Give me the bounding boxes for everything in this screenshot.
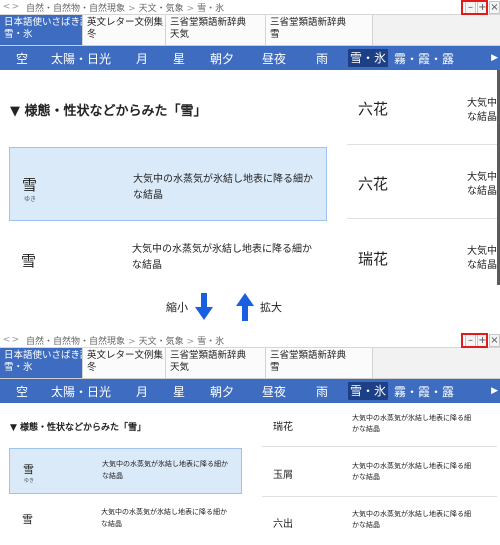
category-item[interactable]: 太陽・日光	[44, 383, 118, 400]
arrow-down-icon	[195, 293, 213, 320]
breadcrumb-item[interactable]: 自然・自然物・自然現象	[26, 4, 125, 14]
category-item[interactable]: 昼夜	[252, 50, 296, 67]
entry-definition: な結晶	[133, 190, 163, 201]
entry-word: 雪	[22, 176, 38, 194]
entry-definition: 大気中	[467, 98, 497, 109]
category-item-active[interactable]: 雪・氷	[348, 49, 388, 67]
entry-definition: な結晶	[467, 186, 497, 197]
entry-word: 雪	[22, 513, 33, 526]
category-item[interactable]: 霧・霞・露	[388, 50, 460, 67]
entry-word[interactable]: 六出	[273, 515, 293, 530]
entry-ruby: ゆき	[24, 196, 37, 203]
dictionary-tabs: 日本語使いさばき辞典雪・氷 英文レター文例集冬 三省堂類語新辞典天気 三省堂類語…	[0, 348, 500, 379]
tab-dictionary-3[interactable]: 三省堂類語新辞典 天気	[166, 348, 266, 378]
back-button[interactable]: <	[2, 2, 11, 12]
entry-card-selected[interactable]: 雪 ゆき 大気中の水蒸気が氷結し地表に降る細か な結晶	[9, 448, 242, 494]
zoom-hint: 縮小 拡大	[0, 285, 500, 333]
entry-card-selected[interactable]: 雪 ゆき 大気中の水蒸気が氷結し地表に降る細か な結晶	[9, 147, 327, 221]
entry-definition: な結晶	[102, 472, 123, 480]
shrink-label: 縮小	[166, 301, 188, 314]
tab-dictionary-4[interactable]: 三省堂類語新辞典雪	[266, 348, 373, 378]
entry-card[interactable]: 雪 大気中の水蒸気が氷結し地表に降る細か な結晶	[9, 499, 242, 543]
entry-definition: かな結晶	[352, 425, 380, 433]
category-item[interactable]: 星	[166, 383, 192, 400]
entry-definition: な結晶	[467, 112, 497, 123]
entry-word[interactable]: 瑞花	[358, 248, 388, 269]
entry-ruby: ゆき	[24, 478, 35, 484]
breadcrumb: < > 自然・自然物・自然現象 > 天文・気象 > 雪・氷 – + ×	[0, 0, 500, 15]
close-button[interactable]: ×	[489, 334, 500, 347]
entry-definition: かな結晶	[352, 521, 380, 529]
entry-definition: 大気中の水蒸気が氷結し地表に降る細か	[102, 460, 228, 468]
category-bar: 空 太陽・日光 月 星 朝夕 昼夜 雨 雪・氷 霧・霞・露 ▶	[0, 379, 500, 403]
category-bar: 空 太陽・日光 月 星 朝夕 昼夜 雨 雪・氷 霧・霞・露 ▶	[0, 46, 500, 70]
category-item[interactable]: 昼夜	[252, 383, 296, 400]
category-item[interactable]: 太陽・日光	[44, 50, 118, 67]
entry-definition: 大気中	[467, 172, 497, 183]
entry-list: ▼ 様態・性状などからみた「雪」 雪 ゆき 大気中の水蒸気が氷結し地表に降る細か…	[0, 70, 500, 285]
breadcrumb-item[interactable]: 雪・氷	[197, 337, 224, 347]
dictionary-tabs: 日本語使いさばき辞典雪・氷 英文レター文例集冬 三省堂類語新辞典天気 三省堂類語…	[0, 15, 500, 46]
entry-list: ▼ 様態・性状などからみた「雪」 雪 ゆき 大気中の水蒸気が氷結し地表に降る細か…	[0, 403, 500, 545]
category-item[interactable]: 朝夕	[192, 50, 252, 67]
forward-button[interactable]: >	[11, 2, 20, 12]
category-item[interactable]: 朝夕	[192, 383, 252, 400]
category-item[interactable]: 空	[0, 383, 44, 400]
category-item[interactable]: 空	[0, 50, 44, 67]
entry-definition: な結晶	[467, 260, 497, 271]
entry-definition: 大気中の水蒸気が氷結し地表に降る細	[352, 462, 471, 470]
section-heading: ▼ 様態・性状などからみた「雪」	[10, 423, 147, 433]
highlight-box	[461, 333, 488, 348]
tab-dictionary-2[interactable]: 英文レター文例集冬	[83, 348, 166, 378]
back-button[interactable]: <	[2, 335, 11, 345]
breadcrumb-item[interactable]: 雪・氷	[197, 4, 224, 14]
entry-word[interactable]: 瑞花	[273, 418, 293, 433]
breadcrumb-item[interactable]: 天文・気象	[139, 4, 184, 14]
category-item[interactable]: 雨	[296, 383, 348, 400]
forward-button[interactable]: >	[11, 335, 20, 345]
tab-dictionary-2[interactable]: 英文レター文例集冬	[83, 15, 166, 45]
entry-definition: な結晶	[101, 520, 122, 528]
entry-word[interactable]: 六花	[358, 98, 388, 119]
category-item-active[interactable]: 雪・氷	[348, 382, 388, 400]
highlight-box	[461, 0, 488, 15]
category-item[interactable]: 星	[166, 50, 192, 67]
breadcrumb-item[interactable]: 自然・自然物・自然現象	[26, 337, 125, 347]
category-item[interactable]: 霧・霞・露	[388, 383, 460, 400]
close-button[interactable]: ×	[489, 1, 500, 14]
entry-definition: な結晶	[132, 260, 162, 271]
section-heading: ▼ 様態・性状などからみた「雪」	[10, 104, 207, 119]
entry-word: 雪	[23, 463, 34, 476]
entry-definition: 大気中	[467, 246, 497, 257]
tab-dictionary-4[interactable]: 三省堂類語新辞典雪	[266, 15, 373, 45]
entry-definition: 大気中の水蒸気が氷結し地表に降る細	[352, 414, 471, 422]
entry-definition: かな結晶	[352, 473, 380, 481]
tab-dictionary-1[interactable]: 日本語使いさばき辞典雪・氷	[0, 348, 83, 378]
breadcrumb: < > 自然・自然物・自然現象 > 天文・気象 > 雪・氷 – + ×	[0, 333, 500, 348]
entry-definition: 大気中の水蒸気が氷結し地表に降る細	[352, 510, 471, 518]
entry-word[interactable]: 玉屑	[273, 466, 293, 481]
small-view-panel: < > 自然・自然物・自然現象 > 天文・気象 > 雪・氷 – + × 日本語使いさばき…	[0, 333, 500, 545]
tab-dictionary-1[interactable]: 日本語使いさばき辞典雪・氷	[0, 15, 83, 45]
entry-definition: 大気中の水蒸気が氷結し地表に降る細か	[132, 244, 312, 255]
scroll-right-icon[interactable]: ▶	[491, 386, 498, 396]
arrow-up-icon	[236, 293, 254, 321]
category-item[interactable]: 雨	[296, 50, 348, 67]
entry-word[interactable]: 六花	[358, 173, 388, 194]
category-item[interactable]: 月	[118, 50, 166, 67]
entry-definition: 大気中の水蒸気が氷結し地表に降る細か	[101, 508, 227, 516]
entry-definition: 大気中の水蒸気が氷結し地表に降る細か	[133, 174, 313, 185]
category-item[interactable]: 月	[118, 383, 166, 400]
entry-card[interactable]: 雪 大気中の水蒸気が氷結し地表に降る細か な結晶	[9, 228, 327, 285]
large-view-panel: < > 自然・自然物・自然現象 > 天文・気象 > 雪・氷 – + × 日本語使いさばき…	[0, 0, 500, 285]
tab-dictionary-3[interactable]: 三省堂類語新辞典 天気	[166, 15, 266, 45]
scroll-right-icon[interactable]: ▶	[491, 53, 498, 63]
enlarge-label: 拡大	[260, 301, 282, 314]
entry-word: 雪	[21, 252, 37, 270]
breadcrumb-item[interactable]: 天文・気象	[139, 337, 184, 347]
